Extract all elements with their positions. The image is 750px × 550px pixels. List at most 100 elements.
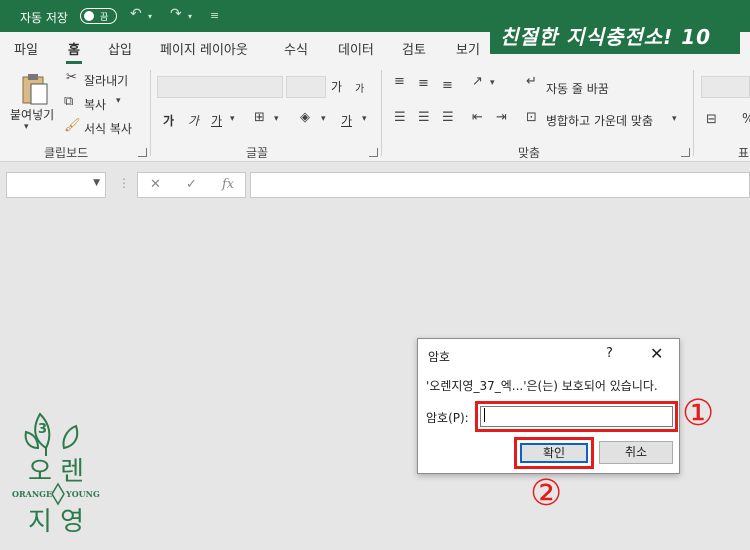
undo-icon[interactable]: ↶ — [130, 6, 142, 22]
cut-button[interactable]: 잘라내기 — [84, 72, 128, 89]
autosave-toggle[interactable]: 끔 — [80, 8, 117, 24]
tab-page-layout[interactable]: 페이지 레이아웃 — [160, 39, 248, 58]
clipboard-group-label: 클립보드 — [44, 146, 89, 160]
name-box-dropdown-icon[interactable]: ▼ — [93, 178, 100, 188]
password-highlight — [475, 401, 678, 432]
wrap-text-button[interactable]: 자동 줄 바꿈 — [546, 80, 609, 97]
formula-bar: ▼ ⋮ ✕ ✓ fx — [0, 162, 750, 202]
tab-insert[interactable]: 삽입 — [108, 39, 132, 58]
formula-bar-grip-icon: ⋮ — [118, 176, 130, 190]
logo-top-text: 오 렌 — [28, 457, 84, 487]
paste-dropdown-icon[interactable]: ▾ — [24, 122, 29, 132]
ok-highlight: 확인 — [514, 437, 594, 469]
alignment-group-label: 맞춤 — [518, 146, 541, 160]
password-dialog: 암호 ? ✕ '오렌지영_37_엑...'은(는) 보호되어 있습니다. 암호(… — [417, 338, 680, 474]
logo-center-mark: 3 — [38, 422, 48, 437]
text-caret — [484, 408, 485, 422]
font-size-combo[interactable] — [286, 76, 326, 98]
redo-icon[interactable]: ↷ — [170, 6, 182, 22]
font-color-dropdown-icon[interactable]: ▾ — [362, 114, 367, 124]
font-name-combo[interactable] — [157, 76, 283, 98]
font-color-button[interactable]: 가 — [341, 112, 352, 129]
underline-button[interactable]: 가 — [211, 112, 222, 129]
toggle-knob — [84, 11, 94, 21]
merge-center-icon: ⊡ — [526, 110, 537, 125]
protected-message: '오렌지영_37_엑...'은(는) 보호되어 있습니다. — [426, 379, 658, 393]
accounting-format-icon[interactable]: ⊟ — [706, 112, 717, 127]
italic-button[interactable]: 가 — [188, 112, 199, 129]
step-marker-1: ① — [682, 393, 715, 434]
tab-review[interactable]: 검토 — [402, 39, 426, 58]
orientation-icon[interactable]: ↗ — [472, 74, 483, 89]
close-icon[interactable]: ✕ — [650, 344, 663, 363]
cancel-button[interactable]: 취소 — [599, 441, 673, 464]
merge-dropdown-icon[interactable]: ▾ — [672, 114, 677, 124]
align-left-icon[interactable]: ☰ — [394, 110, 406, 125]
logo-graphic: 오 렌 ORANGE YOUNG 지 영 — [12, 412, 100, 537]
align-center-icon[interactable]: ☰ — [418, 110, 430, 125]
ok-button[interactable]: 확인 — [520, 443, 588, 463]
paste-button[interactable]: 붙여넣기 — [10, 106, 54, 123]
fill-color-icon[interactable]: ◈ — [300, 110, 310, 125]
increase-indent-icon[interactable]: ⇥ — [496, 110, 507, 125]
logo-bottom-text: 지 영 — [28, 507, 84, 537]
number-format-combo[interactable] — [701, 76, 750, 98]
formula-input[interactable] — [250, 172, 750, 198]
redo-dropdown-icon[interactable]: ▾ — [188, 12, 192, 21]
toggle-state: 끔 — [100, 13, 109, 23]
tab-view[interactable]: 보기 — [456, 39, 480, 58]
orientation-dropdown-icon[interactable]: ▾ — [490, 78, 495, 88]
underline-dropdown-icon[interactable]: ▾ — [230, 114, 235, 124]
undo-dropdown-icon[interactable]: ▾ — [148, 12, 152, 21]
borders-icon[interactable]: ⊞ — [254, 110, 265, 125]
autosave-label: 자동 저장 — [20, 11, 68, 25]
alignment-launcher-icon[interactable] — [681, 148, 690, 157]
cut-icon: ✂ — [66, 70, 77, 85]
copy-dropdown-icon[interactable]: ▾ — [116, 96, 121, 106]
format-painter-icon: 🖌 — [64, 118, 81, 133]
paste-icon[interactable] — [20, 72, 50, 106]
group-divider — [381, 70, 382, 156]
tab-data[interactable]: 데이터 — [338, 39, 374, 58]
ribbon: 붙여넣기 ▾ ✂ 잘라내기 ⧉ 복사 ▾ 🖌 서식 복사 클립보드 가 가 가 … — [0, 64, 750, 162]
wrap-text-icon: ↵ — [526, 74, 537, 89]
logo-orange-text: ORANGE — [12, 489, 52, 499]
decrease-indent-icon[interactable]: ⇤ — [472, 110, 483, 125]
group-divider — [693, 70, 694, 156]
percent-format-icon[interactable]: % — [742, 112, 750, 127]
align-top-icon[interactable]: ≡ — [394, 74, 405, 89]
grow-font-button[interactable]: 가 — [331, 78, 342, 95]
tab-formulas[interactable]: 수식 — [284, 39, 308, 58]
font-launcher-icon[interactable] — [369, 148, 378, 157]
cancel-entry-icon[interactable]: ✕ — [150, 177, 161, 192]
channel-banner: 친절한 지식충전소! 10 — [490, 16, 740, 54]
tab-home[interactable]: 홈 — [66, 39, 82, 64]
password-input[interactable] — [480, 406, 673, 427]
confirm-entry-icon[interactable]: ✓ — [186, 177, 197, 192]
shrink-font-button[interactable]: 가 — [355, 80, 364, 95]
fill-color-dropdown-icon[interactable]: ▾ — [321, 114, 326, 124]
formula-buttons: ✕ ✓ fx — [137, 172, 246, 198]
customize-toolbar-icon[interactable]: ≡ — [210, 9, 219, 22]
help-button[interactable]: ? — [606, 346, 613, 361]
align-bottom-icon[interactable]: ≡ — [442, 78, 453, 93]
align-middle-icon[interactable]: ≡ — [418, 76, 429, 91]
tab-file[interactable]: 파일 — [14, 39, 38, 58]
borders-dropdown-icon[interactable]: ▾ — [274, 114, 279, 124]
password-label: 암호(P): — [426, 411, 469, 425]
step-marker-2: ② — [530, 473, 563, 514]
copy-button[interactable]: 복사 — [84, 96, 106, 113]
name-box[interactable]: ▼ — [6, 172, 106, 198]
insert-function-icon[interactable]: fx — [222, 177, 234, 192]
format-painter-button[interactable]: 서식 복사 — [84, 120, 132, 137]
group-divider — [150, 70, 151, 156]
clipboard-launcher-icon[interactable] — [138, 148, 147, 157]
logo-young-text: YOUNG — [65, 489, 100, 499]
number-group-label: 표 — [738, 146, 750, 160]
bold-button[interactable]: 가 — [163, 112, 174, 129]
align-right-icon[interactable]: ☰ — [442, 110, 454, 125]
copy-icon: ⧉ — [64, 94, 74, 109]
orange-young-logo: 오 렌 ORANGE YOUNG 지 영 3 — [8, 408, 108, 540]
merge-center-button[interactable]: 병합하고 가운데 맞춤 — [546, 112, 653, 129]
font-group-label: 글꼴 — [246, 146, 269, 160]
